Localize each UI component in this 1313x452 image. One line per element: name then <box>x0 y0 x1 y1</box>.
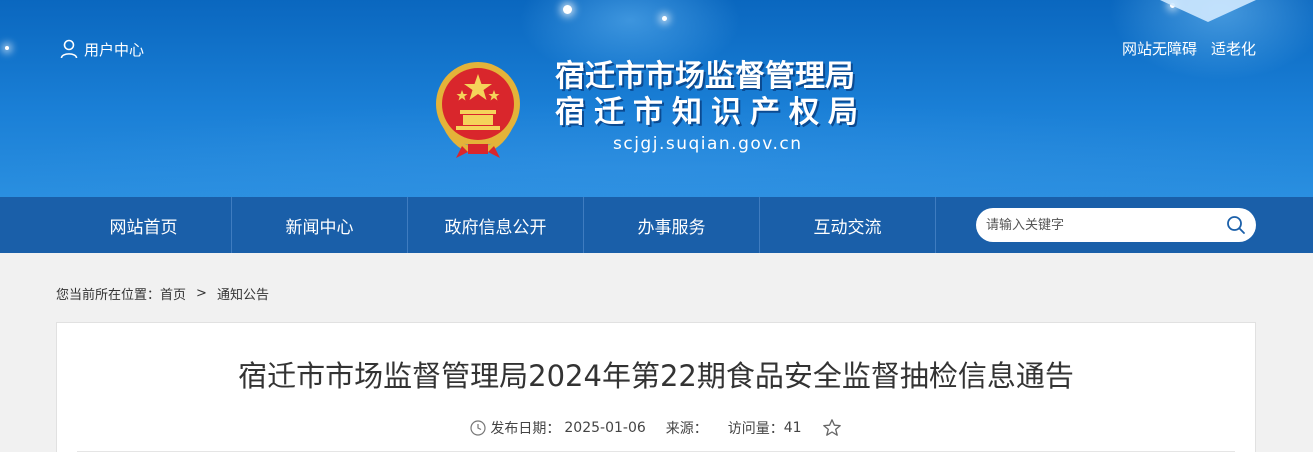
sparkle-icon <box>563 5 572 14</box>
source-label: 来源： <box>665 421 708 437</box>
sparkle-icon <box>662 16 667 21</box>
clock-icon <box>470 420 486 436</box>
breadcrumb-separator: > <box>196 286 207 301</box>
article-title: 宿迁市市场监督管理局2024年第22期食品安全监督抽检信息通告 <box>238 359 1074 393</box>
site-title-line2: 宿迁市知识产权局 <box>555 95 867 130</box>
publish-date: 2025-01-06 <box>564 420 646 436</box>
top-links: 网站无障碍 适老化 <box>1122 38 1256 59</box>
nav-items: 网站首页 新闻中心 政府信息公开 办事服务 互动交流 <box>56 197 936 253</box>
site-title-line1: 宿迁市市场监督管理局 <box>555 59 855 94</box>
site-url: scjgj.suqian.gov.cn <box>613 134 803 154</box>
breadcrumb-current-link[interactable]: 通知公告 <box>217 284 269 303</box>
publish-date-label: 发布日期： <box>490 421 561 437</box>
article-meta: 发布日期： 2025-01-06 来源： 访问量： 41 <box>57 418 1255 438</box>
nav-item-home[interactable]: 网站首页 <box>56 197 232 253</box>
breadcrumb-home-link[interactable]: 首页 <box>160 284 186 303</box>
visits-label: 访问量： <box>727 421 784 437</box>
nav-item-interaction[interactable]: 互动交流 <box>760 197 936 253</box>
user-center-label: 用户中心 <box>84 40 145 59</box>
breadcrumb: 您当前所在位置： 首页 > 通知公告 <box>56 284 269 303</box>
site-title: 宿迁市市场监督管理局 宿迁市知识产权局 <box>555 59 867 131</box>
user-center-link[interactable]: 用户中心 <box>60 38 144 60</box>
nav-item-services[interactable]: 办事服务 <box>584 197 760 253</box>
national-emblem-icon <box>436 62 520 158</box>
search-box <box>976 208 1256 242</box>
breadcrumb-prefix: 您当前所在位置： <box>56 288 161 303</box>
accessibility-link[interactable]: 网站无障碍 <box>1122 38 1197 59</box>
user-icon <box>60 39 78 59</box>
nav-item-news[interactable]: 新闻中心 <box>232 197 408 253</box>
header-banner: 用户中心 网站无障碍 适老化 宿迁市市场监督管理局 宿迁市知识产权局 scjgj… <box>0 0 1313 197</box>
nav-item-gov-info[interactable]: 政府信息公开 <box>408 197 584 253</box>
search-icon[interactable] <box>1226 215 1246 235</box>
star-icon[interactable] <box>822 418 842 438</box>
main-nav: 网站首页 新闻中心 政府信息公开 办事服务 互动交流 <box>0 197 1313 253</box>
elderly-mode-link[interactable]: 适老化 <box>1211 38 1256 59</box>
article-panel: 宿迁市市场监督管理局2024年第22期食品安全监督抽检信息通告 发布日期： 20… <box>56 322 1256 452</box>
visits-count: 41 <box>783 420 802 436</box>
decorative-triangle <box>1160 0 1256 22</box>
search-input[interactable] <box>986 208 1216 242</box>
sparkle-icon <box>5 46 9 50</box>
